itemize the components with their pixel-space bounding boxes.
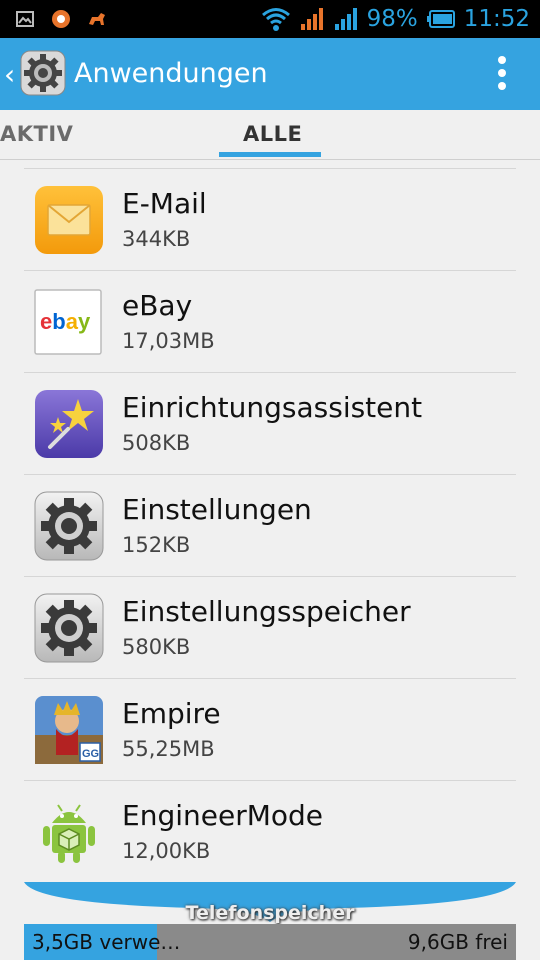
app-size: 152KB xyxy=(122,533,191,557)
app-name: Einstellungsspeicher xyxy=(122,595,411,628)
list-item[interactable]: EngineerMode 12,00KB xyxy=(24,780,516,882)
app-name: Einstellungen xyxy=(122,493,312,526)
svg-text:GG: GG xyxy=(82,748,99,760)
list-item[interactable]: Einstellungsspeicher 580KB xyxy=(24,576,516,678)
settings-gear-icon[interactable] xyxy=(20,50,66,96)
signal-icon-1 xyxy=(300,8,323,30)
app-size: 580KB xyxy=(122,635,191,659)
app-size: 508KB xyxy=(122,431,191,455)
tab-alle[interactable]: ALLE xyxy=(243,122,302,146)
tab-bar: AKTIV ALLE xyxy=(0,110,540,160)
app-notification-icon xyxy=(52,10,70,28)
list-item[interactable]: Einstellungen 152KB xyxy=(24,474,516,576)
list-item[interactable]: Einrichtungsassistent 508KB xyxy=(24,372,516,474)
app-size: 17,03MB xyxy=(122,329,215,353)
app-name: eBay xyxy=(122,289,193,322)
settings-gear-icon xyxy=(34,491,104,561)
app-list: E-Mail 344KB ebay eBay 17,03MB Einrichtu… xyxy=(24,168,516,882)
app-name: E-Mail xyxy=(122,187,207,220)
email-app-icon xyxy=(35,186,103,254)
ebay-app-icon: ebay xyxy=(34,289,102,355)
status-bar: 98% 11:52 xyxy=(0,0,540,38)
svg-text:ebay: ebay xyxy=(40,309,91,334)
list-item[interactable]: ebay eBay 17,03MB xyxy=(24,270,516,372)
wifi-icon xyxy=(261,8,290,31)
gallery-notification-icon xyxy=(16,11,34,27)
list-item[interactable]: E-Mail 344KB xyxy=(24,168,516,270)
tab-aktiv[interactable]: AKTIV xyxy=(0,122,73,146)
settings-gear-icon xyxy=(34,593,104,663)
app-size: 55,25MB xyxy=(122,737,215,761)
app-size: 12,00KB xyxy=(122,839,211,863)
clock: 11:52 xyxy=(463,6,530,32)
storage-bar: 3,5GB verwe… 9,6GB frei xyxy=(24,924,516,960)
tab-selected-indicator xyxy=(219,152,321,157)
list-item[interactable]: GG Empire 55,25MB xyxy=(24,678,516,780)
action-bar: ‹ Anwendungen xyxy=(0,38,540,110)
app-name: Einrichtungsassistent xyxy=(122,391,423,424)
app-size: 344KB xyxy=(122,227,191,251)
storage-label: Telefonspeicher xyxy=(185,902,355,924)
storage-free-text: 9,6GB frei xyxy=(407,930,508,954)
app-name: EngineerMode xyxy=(122,799,323,832)
app-name: Empire xyxy=(122,697,221,730)
signal-icon-2 xyxy=(334,8,357,30)
setup-wizard-icon xyxy=(35,390,103,458)
android-app-icon xyxy=(43,804,95,863)
page-title: Anwendungen xyxy=(74,58,268,89)
chevron-left-icon[interactable]: ‹ xyxy=(4,58,15,91)
storage-used-text: 3,5GB verwe… xyxy=(32,930,181,954)
animal-notification-icon xyxy=(89,13,105,25)
battery-icon xyxy=(426,10,455,28)
overflow-menu-icon[interactable] xyxy=(494,56,510,94)
battery-percent: 98% xyxy=(366,6,418,32)
empire-game-icon: GG xyxy=(35,696,103,764)
